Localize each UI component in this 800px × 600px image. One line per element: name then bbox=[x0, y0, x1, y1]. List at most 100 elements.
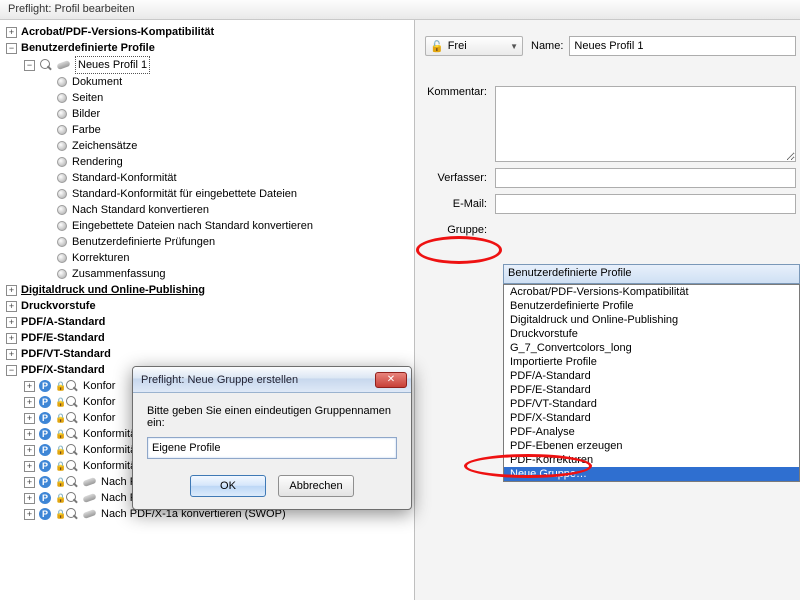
email-label: E-Mail: bbox=[425, 198, 495, 210]
wrench-icon bbox=[57, 59, 71, 71]
bullet-icon bbox=[57, 109, 67, 119]
comment-field[interactable] bbox=[495, 86, 796, 162]
profile-icon: P bbox=[39, 396, 51, 408]
tree-node-label: Acrobat/PDF-Versions-Kompatibilität bbox=[21, 24, 214, 40]
group-option[interactable]: PDF-Korrekturen bbox=[504, 453, 799, 467]
tree-node-label: Bilder bbox=[72, 106, 100, 122]
tree-node[interactable]: Nach Standard konvertieren bbox=[6, 202, 410, 218]
group-option[interactable]: PDF/A-Standard bbox=[504, 369, 799, 383]
expand-icon[interactable]: + bbox=[24, 413, 35, 424]
dialog-title: Preflight: Neue Gruppe erstellen bbox=[141, 374, 298, 386]
lock-icon: 🔒 bbox=[55, 378, 63, 394]
close-button[interactable]: ✕ bbox=[375, 372, 407, 388]
collapse-icon[interactable]: − bbox=[6, 43, 17, 54]
group-option[interactable]: PDF-Ebenen erzeugen bbox=[504, 439, 799, 453]
expand-icon[interactable]: + bbox=[24, 509, 35, 520]
lock-icon: 🔒 bbox=[55, 442, 63, 458]
search-icon bbox=[65, 428, 79, 440]
expand-icon[interactable]: + bbox=[6, 317, 17, 328]
expand-icon[interactable]: + bbox=[6, 285, 17, 296]
tree-node-label: Druckvorstufe bbox=[21, 298, 96, 314]
window-titlebar: Preflight: Profil bearbeiten bbox=[0, 0, 800, 20]
group-option[interactable]: PDF/X-Standard bbox=[504, 411, 799, 425]
group-option[interactable]: PDF/E-Standard bbox=[504, 383, 799, 397]
cancel-button[interactable]: Abbrechen bbox=[278, 475, 354, 497]
lock-combo[interactable]: 🔓 Frei ▼ bbox=[425, 36, 523, 56]
group-option[interactable]: Acrobat/PDF-Versions-Kompatibilität bbox=[504, 285, 799, 299]
bullet-icon bbox=[57, 125, 67, 135]
author-row: Verfasser: bbox=[425, 168, 800, 188]
expand-icon[interactable]: + bbox=[24, 397, 35, 408]
bullet-icon bbox=[57, 221, 67, 231]
group-option[interactable]: Druckvorstufe bbox=[504, 327, 799, 341]
tree-node[interactable]: Eingebettete Dateien nach Standard konve… bbox=[6, 218, 410, 234]
tree-node[interactable]: Zusammenfassung bbox=[6, 266, 410, 282]
tree-node[interactable]: Seiten bbox=[6, 90, 410, 106]
left-panel: +Acrobat/PDF-Versions-Kompatibilität−Ben… bbox=[0, 20, 415, 600]
expand-icon[interactable]: + bbox=[24, 381, 35, 392]
lock-icon: 🔒 bbox=[55, 474, 63, 490]
email-field[interactable] bbox=[495, 194, 796, 214]
expand-icon[interactable]: + bbox=[24, 429, 35, 440]
tree-node[interactable]: −Benutzerdefinierte Profile bbox=[6, 40, 410, 56]
tree-node[interactable]: Standard-Konformität bbox=[6, 170, 410, 186]
comment-row: Kommentar: bbox=[425, 86, 800, 162]
tree-node[interactable]: Benutzerdefinierte Prüfungen bbox=[6, 234, 410, 250]
expand-icon[interactable]: + bbox=[24, 445, 35, 456]
expand-icon[interactable]: + bbox=[24, 461, 35, 472]
search-icon bbox=[65, 380, 79, 392]
search-icon bbox=[39, 59, 53, 71]
tree-node-label: Konfor bbox=[83, 378, 115, 394]
chevron-down-icon: ▼ bbox=[510, 42, 518, 51]
group-option[interactable]: Benutzerdefinierte Profile bbox=[504, 299, 799, 313]
group-option[interactable]: PDF-Analyse bbox=[504, 425, 799, 439]
search-icon bbox=[65, 460, 79, 472]
tree-node[interactable]: Dokument bbox=[6, 74, 410, 90]
tree-node-label: Benutzerdefinierte Profile bbox=[21, 40, 155, 56]
tree-node[interactable]: +PDF/VT-Standard bbox=[6, 346, 410, 362]
expand-icon[interactable]: + bbox=[24, 493, 35, 504]
tree-node-label: Seiten bbox=[72, 90, 103, 106]
bullet-icon bbox=[57, 237, 67, 247]
profile-icon: P bbox=[39, 444, 51, 456]
collapse-icon[interactable]: − bbox=[24, 60, 35, 71]
group-option[interactable]: PDF/VT-Standard bbox=[504, 397, 799, 411]
tree-node[interactable]: Bilder bbox=[6, 106, 410, 122]
tree-node-label: Standard-Konformität bbox=[72, 170, 177, 186]
tree-node[interactable]: −Neues Profil 1 bbox=[6, 56, 410, 74]
ok-button[interactable]: OK bbox=[190, 475, 266, 497]
lock-icon: 🔒 bbox=[55, 426, 63, 442]
dialog-titlebar[interactable]: Preflight: Neue Gruppe erstellen ✕ bbox=[133, 367, 411, 393]
expand-icon[interactable]: + bbox=[6, 27, 17, 38]
group-dropdown[interactable]: Benutzerdefinierte Profile Acrobat/PDF-V… bbox=[503, 264, 800, 482]
lock-label: Frei bbox=[448, 40, 467, 52]
group-dropdown-list[interactable]: Acrobat/PDF-Versions-KompatibilitätBenut… bbox=[503, 284, 800, 482]
tree-node[interactable]: Zeichensätze bbox=[6, 138, 410, 154]
tree-node[interactable]: Korrekturen bbox=[6, 250, 410, 266]
tree-node[interactable]: +Digitaldruck und Online-Publishing bbox=[6, 282, 410, 298]
search-icon bbox=[65, 492, 79, 504]
search-icon bbox=[65, 444, 79, 456]
group-name-input[interactable] bbox=[147, 437, 397, 459]
tree-node[interactable]: +PDF/E-Standard bbox=[6, 330, 410, 346]
tree-node[interactable]: Farbe bbox=[6, 122, 410, 138]
tree-node[interactable]: Rendering bbox=[6, 154, 410, 170]
author-field[interactable] bbox=[495, 168, 796, 188]
group-option[interactable]: Neue Gruppe… bbox=[504, 467, 799, 481]
expand-icon[interactable]: + bbox=[6, 349, 17, 360]
group-option[interactable]: G_7_Convertcolors_long bbox=[504, 341, 799, 355]
group-option[interactable]: Digitaldruck und Online-Publishing bbox=[504, 313, 799, 327]
tree-node[interactable]: + Acrobat/PDF-Versions-Kompatibilität bbox=[6, 24, 410, 40]
tree-node[interactable]: + Druckvorstufe bbox=[6, 298, 410, 314]
expand-icon[interactable]: + bbox=[24, 477, 35, 488]
name-field[interactable] bbox=[569, 36, 796, 56]
collapse-icon[interactable]: − bbox=[6, 365, 17, 376]
expand-icon[interactable]: + bbox=[6, 333, 17, 344]
bullet-icon bbox=[57, 189, 67, 199]
group-dropdown-button[interactable]: Benutzerdefinierte Profile bbox=[503, 264, 800, 284]
group-option[interactable]: Importierte Profile bbox=[504, 355, 799, 369]
expand-icon[interactable]: + bbox=[6, 301, 17, 312]
tree-node[interactable]: Standard-Konformität für eingebettete Da… bbox=[6, 186, 410, 202]
tree-node-label: Zeichensätze bbox=[72, 138, 137, 154]
tree-node[interactable]: +PDF/A-Standard bbox=[6, 314, 410, 330]
